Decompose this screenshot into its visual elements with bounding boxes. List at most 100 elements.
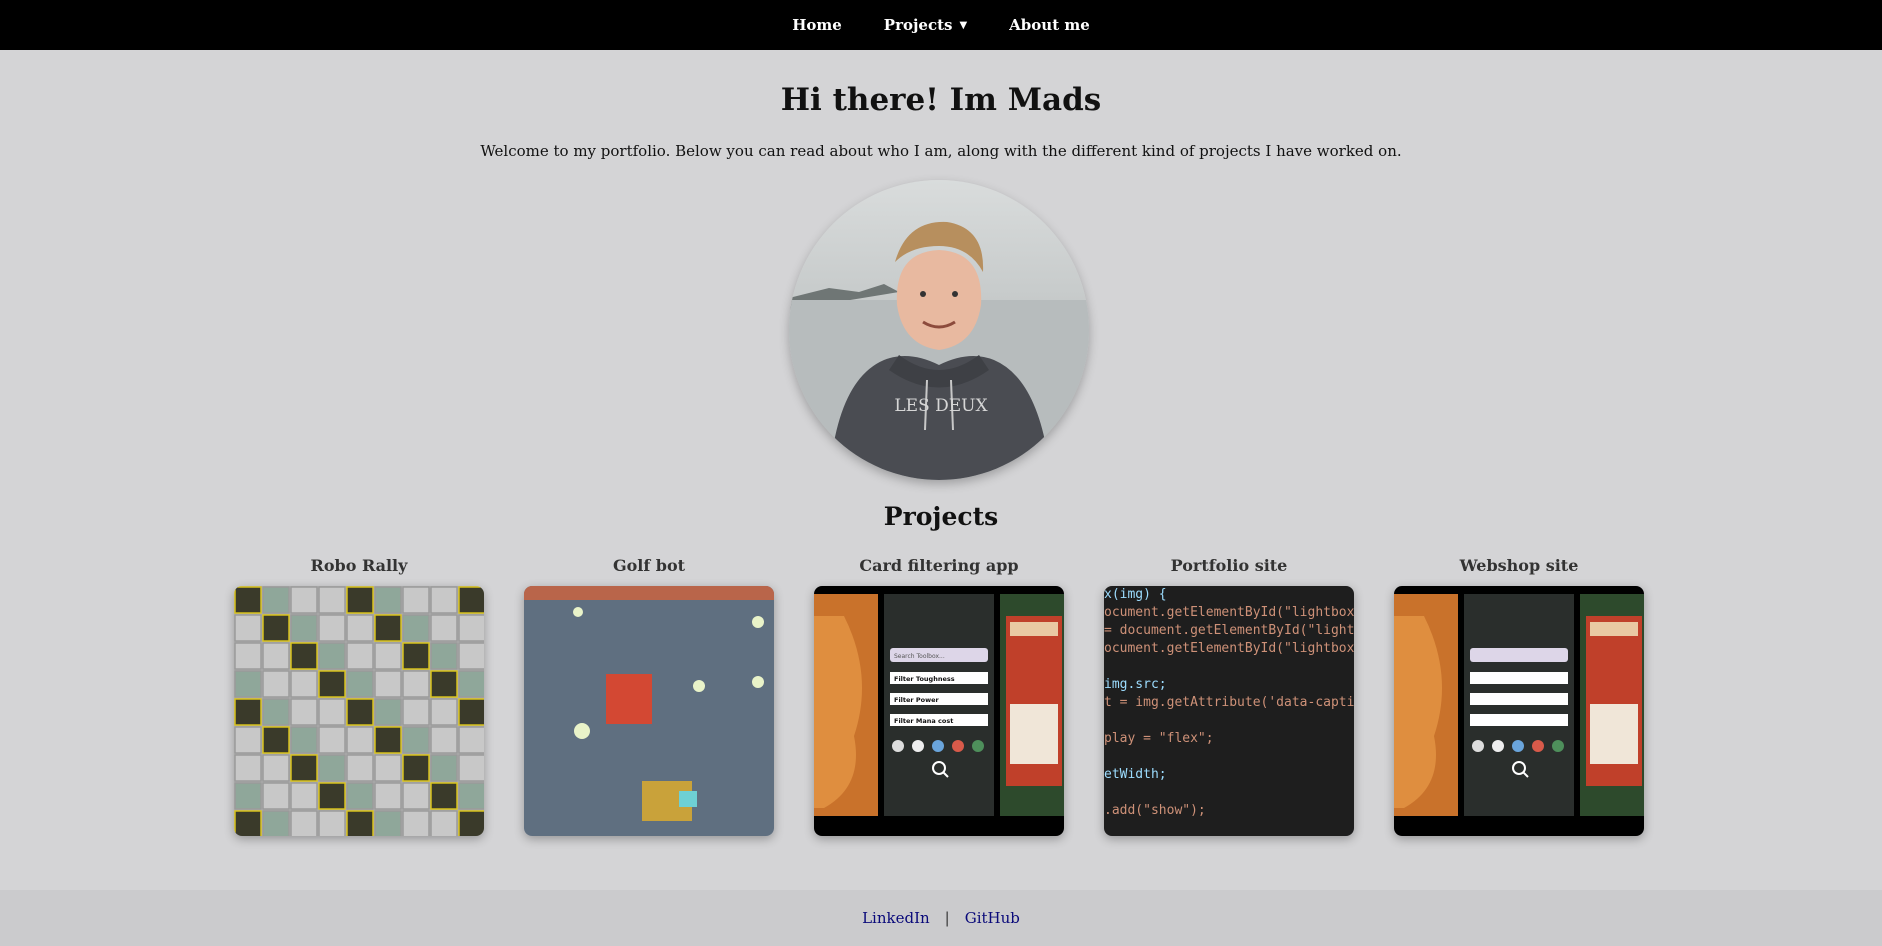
board-tile <box>430 642 458 670</box>
board-tile <box>234 754 262 782</box>
card-filtering-app-thumbnail[interactable]: Search Toolbox... Filter Toughness Filte… <box>814 586 1064 836</box>
board-tile <box>346 586 374 614</box>
robo-rally-thumbnail[interactable] <box>234 586 484 836</box>
board-tile <box>234 782 262 810</box>
board-tile <box>318 670 346 698</box>
webshop-site-thumbnail[interactable] <box>1394 586 1644 836</box>
board-tile <box>402 726 430 754</box>
board-tile <box>458 754 484 782</box>
board-tile <box>290 586 318 614</box>
board-tile <box>290 670 318 698</box>
board-tile <box>290 726 318 754</box>
board-tile <box>346 726 374 754</box>
footer-separator: | <box>944 909 950 927</box>
code-snippet: x(img) {ocument.getElementById("lightbox… <box>1104 586 1354 836</box>
board-tile <box>374 754 402 782</box>
board-tile <box>346 754 374 782</box>
board-tile <box>262 698 290 726</box>
board-tile <box>346 642 374 670</box>
portfolio-site-thumbnail[interactable]: x(img) {ocument.getElementById("lightbox… <box>1104 586 1354 836</box>
board-tile <box>318 754 346 782</box>
nav-home-label: Home <box>792 16 842 34</box>
board-tile <box>234 698 262 726</box>
project-title: Webshop site <box>1459 556 1579 575</box>
top-navbar: Home Projects ▼ About me <box>0 0 1882 50</box>
board-tile <box>402 670 430 698</box>
nav-about-me[interactable]: About me <box>988 16 1111 34</box>
caret-down-icon: ▼ <box>959 19 968 31</box>
board-tile <box>430 698 458 726</box>
board-tile <box>290 754 318 782</box>
board-tile <box>458 642 484 670</box>
code-line: img.src; <box>1104 677 1167 692</box>
avatar-shirt-text: LES DEUX <box>894 396 988 416</box>
project-card-portfolio-site: Portfolio site x(img) {ocument.getElemen… <box>1104 556 1354 836</box>
welcome-text: Welcome to my portfolio. Below you can r… <box>480 142 1402 160</box>
board-tile <box>458 782 484 810</box>
app-filter-label: Filter Power <box>894 696 940 704</box>
board-tile <box>458 810 484 836</box>
board-tile <box>290 642 318 670</box>
project-title: Golf bot <box>612 556 686 575</box>
board-tile <box>458 698 484 726</box>
github-link[interactable]: GitHub <box>965 909 1020 927</box>
board-tile <box>430 782 458 810</box>
code-line: t = img.getAttribute('data-caption' <box>1104 695 1354 710</box>
nav-projects-dropdown[interactable]: Projects ▼ <box>863 16 988 34</box>
board-tile <box>290 698 318 726</box>
code-line: etWidth; <box>1104 767 1167 782</box>
project-title: Robo Rally <box>310 556 408 575</box>
board-tile <box>318 614 346 642</box>
board-tile <box>234 642 262 670</box>
project-title: Portfolio site <box>1170 556 1288 575</box>
board-tile <box>234 614 262 642</box>
board-tile <box>262 614 290 642</box>
board-tile <box>458 670 484 698</box>
board-tile <box>234 670 262 698</box>
golf-bot-thumbnail[interactable] <box>524 586 774 836</box>
board-tile <box>458 586 484 614</box>
board-tile <box>374 698 402 726</box>
board-tile <box>318 810 346 836</box>
board-tile <box>402 754 430 782</box>
board-tile <box>290 614 318 642</box>
project-card-golf-bot: Golf bot <box>524 556 774 836</box>
board-tile <box>430 726 458 754</box>
code-line: ocument.getElementById("lightbox-cap <box>1104 641 1354 656</box>
board-tile <box>346 614 374 642</box>
board-tile <box>234 726 262 754</box>
board-tile <box>234 810 262 836</box>
project-card-card-filtering-app: Card filtering app Search Toolbox... Fil… <box>814 556 1064 836</box>
profile-photo: LES DEUX <box>789 180 1089 480</box>
board-tile <box>262 642 290 670</box>
board-tile <box>402 698 430 726</box>
board-tile <box>346 670 374 698</box>
board-tile <box>374 670 402 698</box>
board-tile <box>458 726 484 754</box>
board-tile <box>262 782 290 810</box>
board-tile <box>346 698 374 726</box>
footer: LinkedIn | GitHub <box>0 890 1882 946</box>
board-tile <box>402 614 430 642</box>
board-tile <box>374 726 402 754</box>
board-tile <box>318 642 346 670</box>
board-tile <box>262 754 290 782</box>
board-tile <box>290 810 318 836</box>
board-tile <box>262 810 290 836</box>
board-tile <box>374 782 402 810</box>
nav-projects-label: Projects <box>883 16 953 34</box>
board-tile <box>262 586 290 614</box>
board-tile <box>430 810 458 836</box>
board-tile <box>430 614 458 642</box>
board-tile <box>402 782 430 810</box>
nav-home[interactable]: Home <box>771 16 863 34</box>
nav-about-label: About me <box>1009 16 1090 34</box>
board-tile <box>374 642 402 670</box>
code-line: .add("show"); <box>1104 803 1206 818</box>
board-tile <box>262 670 290 698</box>
code-line: = document.getElementById("lightbox <box>1104 623 1354 638</box>
page-title: Hi there! Im Mads <box>780 82 1102 118</box>
board-tile <box>346 782 374 810</box>
linkedin-link[interactable]: LinkedIn <box>862 909 930 927</box>
board-tile <box>290 782 318 810</box>
